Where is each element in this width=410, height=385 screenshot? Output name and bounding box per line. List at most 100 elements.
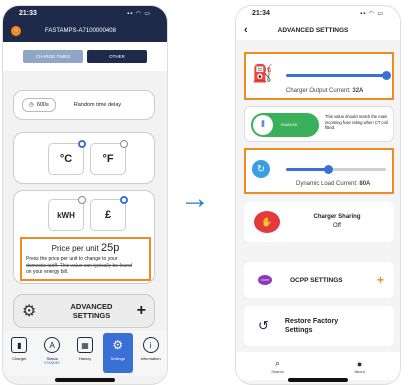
bottom-nav: ▮ Charger A Status STANDBY ▦ History ⚙ S… bbox=[3, 331, 167, 376]
nav-history-label: History bbox=[78, 356, 92, 361]
pound-option[interactable]: £ bbox=[90, 196, 128, 231]
header: ‹ ADVANCED SETTINGS bbox=[236, 20, 400, 40]
nav-information[interactable]: i Information bbox=[136, 333, 166, 373]
nav-status-sub: STANDBY bbox=[44, 361, 61, 365]
charger-icon: ▮ bbox=[11, 337, 28, 353]
ocpp-plus-icon: + bbox=[376, 273, 384, 287]
kwh-option[interactable]: kWH bbox=[48, 196, 86, 231]
delay-field[interactable]: ◷ 600s bbox=[22, 98, 56, 112]
ct-coil-card: ⫼ ENABLED This value should match the ma… bbox=[244, 106, 394, 142]
right-phone-screen: 21:34 ▪▪ ◠ ▭ ‹ ADVANCED SETTINGS ⛽ Charg… bbox=[236, 6, 400, 384]
price-per-unit-box[interactable]: Price per unit 25p Press the price per u… bbox=[20, 237, 151, 281]
plus-icon: + bbox=[136, 302, 146, 319]
temperature-unit-card: °C °F bbox=[13, 132, 155, 184]
charger-sharing-item[interactable]: ✋ Charger Sharing Off bbox=[244, 202, 394, 242]
page-title: ADVANCED SETTINGS bbox=[277, 26, 349, 34]
price-title: Price per unit bbox=[51, 244, 99, 253]
dynamic-load-box: ↻ Dynamic Load Current: 80A bbox=[244, 148, 394, 194]
tab-other[interactable]: OTHER bbox=[87, 50, 147, 63]
search-icon: ⌕ bbox=[275, 358, 281, 368]
clock-icon: ◷ bbox=[29, 102, 34, 108]
restore-icon: ↺ bbox=[258, 318, 269, 333]
charger-output-label-row: Charger Output Current: 32A bbox=[286, 88, 363, 94]
info-icon: i bbox=[142, 337, 159, 353]
fahrenheit-label: °F bbox=[102, 153, 114, 165]
refresh-icon: ↻ bbox=[252, 160, 270, 178]
signal-battery-icon: ▪▪ ◠ ▭ bbox=[127, 10, 151, 17]
random-delay-card: ◷ 600s Random time delay bbox=[13, 90, 155, 120]
chart-icon: ⫼ bbox=[253, 115, 273, 135]
dynamic-load-label-row: Dynamic Load Current: 80A bbox=[296, 181, 370, 187]
celsius-label: °C bbox=[59, 153, 73, 165]
charger-output-knob[interactable] bbox=[381, 71, 391, 80]
pound-radio[interactable] bbox=[120, 196, 128, 204]
nav-history[interactable]: ▦ History bbox=[70, 333, 100, 373]
dynamic-load-knob[interactable] bbox=[323, 165, 333, 174]
nav-charger[interactable]: ▮ Charger bbox=[4, 333, 34, 373]
signal-battery-icon: ▪▪ ◠ ▭ bbox=[360, 10, 384, 17]
celsius-option[interactable]: °C bbox=[48, 140, 86, 175]
ocpp-settings-item[interactable]: OCPP OCPP SETTINGS + bbox=[244, 262, 394, 298]
nav-settings[interactable]: ⚙ Settings bbox=[102, 333, 133, 373]
home-indicator bbox=[55, 378, 115, 382]
nav-search-label: Search bbox=[271, 369, 284, 374]
restore-factory-item[interactable]: ↺ Restore Factory Settings bbox=[244, 306, 394, 346]
right-arrow-icon: → bbox=[180, 182, 210, 215]
price-desc-line3: on your energy bill. bbox=[26, 269, 69, 275]
status-bar: 21:33 ▪▪ ◠ ▭ bbox=[3, 6, 167, 20]
nav-charger-label: Charger bbox=[12, 356, 27, 361]
bottom-nav: ⌕ Search ● About bbox=[236, 352, 400, 380]
price-description: Press the price per unit to change to yo… bbox=[26, 256, 145, 276]
nav-about[interactable]: ● About bbox=[354, 359, 364, 374]
nav-status[interactable]: A Status STANDBY bbox=[37, 333, 67, 373]
advanced-label-2: SETTINGS bbox=[72, 311, 111, 320]
nav-search[interactable]: ⌕ Search bbox=[271, 358, 284, 374]
status-bar: 21:34 ▪▪ ◠ ▭ bbox=[236, 6, 400, 20]
dynamic-load-slider-fill bbox=[286, 168, 328, 171]
ev-charger-icon: ⛽ bbox=[252, 64, 274, 83]
status-time: 21:34 bbox=[252, 9, 270, 17]
calendar-icon: ▦ bbox=[76, 337, 93, 353]
advanced-settings-button[interactable]: ⚙ ADVANCED SETTINGS + bbox=[13, 294, 155, 328]
ct-toggle[interactable]: ⫼ ENABLED bbox=[251, 113, 319, 137]
charger-output-box: ⛽ Charger Output Current: 32A bbox=[244, 52, 394, 100]
dynamic-load-label: Dynamic Load Current: bbox=[296, 181, 358, 187]
price-title-row: Price per unit 25p bbox=[26, 242, 145, 254]
pound-label: £ bbox=[104, 209, 112, 221]
price-desc-line1: Press the price per unit to change to yo… bbox=[26, 256, 118, 262]
ct-description: This value should match the main incomin… bbox=[325, 114, 388, 130]
restore-label-2: Settings bbox=[284, 327, 313, 334]
fahrenheit-radio[interactable] bbox=[120, 140, 128, 148]
device-title: FASTAMPS-A7100000408 bbox=[45, 28, 116, 34]
charger-output-label: Charger Output Current: bbox=[286, 88, 351, 94]
advanced-settings-label: ADVANCED SETTINGS bbox=[46, 302, 136, 320]
tab-charge-times[interactable]: CHARGE TIMES bbox=[23, 50, 83, 63]
price-desc-line2: domestic tariff. This value can typicall… bbox=[26, 262, 132, 269]
home-indicator bbox=[288, 378, 348, 382]
price-value: 25p bbox=[101, 242, 120, 254]
fahrenheit-option[interactable]: °F bbox=[90, 140, 128, 175]
kwh-radio[interactable] bbox=[78, 196, 86, 204]
nav-about-label: About bbox=[354, 368, 365, 374]
charger-output-value: 32A bbox=[352, 88, 364, 94]
restore-label-1: Restore Factory bbox=[284, 318, 339, 325]
gears-icon: ⚙ bbox=[22, 303, 37, 320]
charger-sharing-title: Charger Sharing bbox=[313, 214, 361, 220]
handshake-icon: ✋ bbox=[254, 211, 280, 233]
header: ‹ FASTAMPS-A7100000408 bbox=[3, 20, 167, 42]
charger-sharing-value: Off bbox=[333, 223, 341, 229]
status-icon: A bbox=[44, 337, 61, 353]
delay-value: 600s bbox=[36, 102, 49, 108]
ocpp-icon-text: OCPP bbox=[260, 278, 270, 282]
ocpp-settings-label: OCPP SETTINGS bbox=[290, 276, 343, 284]
back-chevron-icon[interactable]: ‹ bbox=[244, 24, 248, 36]
dynamic-load-value: 80A bbox=[359, 181, 371, 187]
charger-sharing-text: Charger Sharing Off bbox=[280, 213, 394, 231]
restore-factory-text: Restore Factory Settings bbox=[285, 317, 394, 335]
charger-output-slider[interactable] bbox=[286, 74, 386, 77]
nav-information-label: Information bbox=[140, 356, 161, 361]
celsius-radio[interactable] bbox=[78, 140, 86, 148]
back-icon[interactable]: ‹ bbox=[11, 26, 21, 36]
status-time: 21:33 bbox=[19, 9, 37, 17]
tab-bar: CHARGE TIMES OTHER bbox=[3, 42, 167, 71]
